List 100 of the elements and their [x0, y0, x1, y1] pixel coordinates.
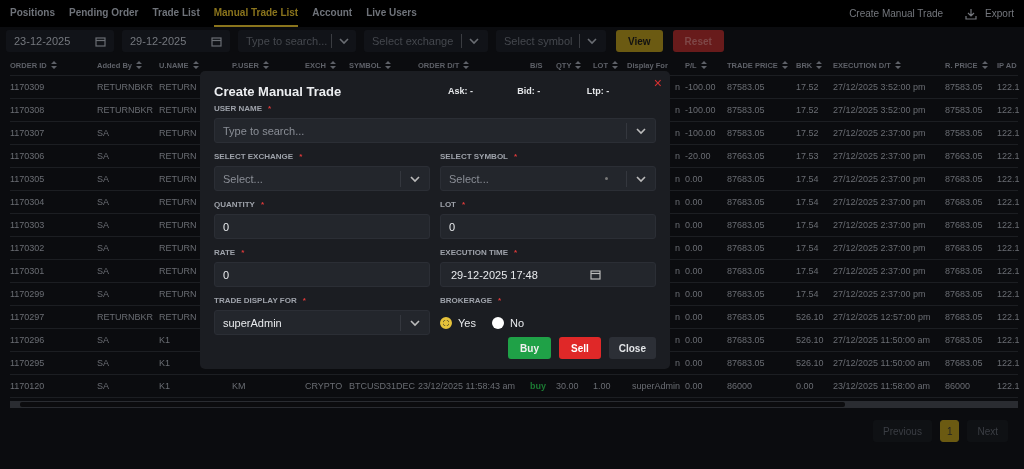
table-cell: SA — [97, 220, 109, 230]
sort-icon — [980, 60, 989, 70]
table-cell: RETURN — [159, 128, 197, 138]
table-cell: 0.00 — [685, 220, 703, 230]
table-cell: 87683.05 — [945, 335, 983, 345]
table-cell: 122.1 — [997, 289, 1020, 299]
table-cell: SA — [97, 151, 109, 161]
table-cell: BTCUSD31DEC — [349, 381, 415, 391]
table-cell: 1170301 — [10, 266, 45, 276]
table-cell: 122.1 — [997, 266, 1020, 276]
select-field[interactable]: Select... — [214, 166, 430, 191]
nav-tab[interactable]: Trade List — [152, 0, 200, 27]
table-cell: K1 — [159, 381, 170, 391]
horizontal-scrollbar[interactable] — [10, 401, 1018, 408]
chevron-down-icon — [409, 173, 421, 184]
required-mark: * — [514, 151, 518, 161]
datetime-field[interactable]: 29-12-2025 17:48 — [440, 262, 656, 287]
table-cell: 1.00 — [593, 381, 611, 391]
table-cell: 122.1 — [997, 358, 1020, 368]
table-cell: 27/12/2025 2:37:00 pm — [833, 197, 926, 207]
table-cell: RETURNBKR — [97, 82, 153, 92]
table-cell: RETURN — [159, 82, 197, 92]
table-cell: 1170306 — [10, 151, 45, 161]
table-cell: 1170299 — [10, 289, 45, 299]
sort-icon — [328, 60, 337, 70]
sell-button[interactable]: Sell — [558, 337, 601, 359]
sort-icon — [893, 60, 902, 70]
chevron-down-icon — [586, 36, 598, 46]
table-cell: 0.00 — [685, 266, 703, 276]
table-cell: CRYPTO — [305, 381, 343, 391]
table-cell: 1170297 — [10, 312, 45, 322]
table-cell: 1170302 — [10, 243, 45, 253]
table-cell: RETURN — [159, 197, 197, 207]
view-button[interactable]: View — [616, 30, 663, 52]
required-mark: * — [514, 247, 518, 257]
field-label: SELECT EXCHANGE — [214, 151, 294, 161]
table-cell: -100.00 — [685, 105, 716, 115]
chevron-down-icon — [409, 317, 421, 328]
input-field[interactable]: 0 — [440, 214, 656, 239]
table-cell: 17.52 — [796, 128, 819, 138]
select-field[interactable]: superAdmin — [214, 310, 430, 335]
page-button[interactable]: 1 — [939, 420, 960, 442]
date-field[interactable]: 23-12-2025 — [6, 30, 114, 52]
input-field[interactable]: 0 — [214, 262, 430, 287]
sort-icon — [815, 60, 824, 70]
table-cell: 1170307 — [10, 128, 45, 138]
table-cell: 27/12/2025 2:37:00 pm — [833, 128, 926, 138]
required-mark: * — [241, 247, 245, 257]
date-field[interactable]: 29-12-2025 — [122, 30, 230, 52]
table-cell-text: n — [675, 266, 681, 276]
table-cell: SA — [97, 289, 109, 299]
nav-tab[interactable]: Account — [312, 0, 353, 27]
table-cell-text: superAdmin — [631, 381, 681, 391]
table-cell-text: n — [675, 82, 681, 92]
create-manual-trade-link[interactable]: Create Manual Trade — [849, 8, 944, 19]
calendar-icon — [211, 35, 222, 47]
table-cell-text: n — [675, 128, 681, 138]
table-cell: 17.54 — [796, 289, 819, 299]
sort-icon — [384, 60, 393, 70]
input-field[interactable]: 0 — [214, 214, 430, 239]
table-cell: SA — [97, 335, 109, 345]
table-cell: 122.1 — [997, 381, 1020, 391]
table-cell: 87663.05 — [727, 151, 765, 161]
radio-option[interactable]: No — [491, 316, 524, 329]
table-cell: 1170308 — [10, 105, 45, 115]
table-cell: 0.00 — [685, 358, 703, 368]
field-label: SELECT SYMBOL — [440, 151, 508, 161]
table-cell: 87683.05 — [945, 289, 983, 299]
nav-tab[interactable]: Live Users — [366, 0, 417, 27]
nav-tab[interactable]: Manual Trade List — [213, 0, 299, 27]
table-cell: 87583.05 — [727, 128, 765, 138]
select-field[interactable]: Select... — [440, 166, 656, 191]
sort-icon — [261, 60, 270, 70]
select-field[interactable]: Type to search... — [214, 118, 656, 143]
table-cell: K1 — [159, 358, 170, 368]
nav-tab[interactable]: Pending Order — [69, 0, 139, 27]
table-cell: 1170296 — [10, 335, 45, 345]
field-label: TRADE DISPLAY FOR — [214, 295, 297, 305]
buy-button[interactable]: Buy — [508, 337, 551, 359]
radio-option[interactable]: Yes — [440, 316, 476, 329]
table-cell: 87683.05 — [945, 220, 983, 230]
table-cell: 1170303 — [10, 220, 45, 230]
table-cell: K1 — [159, 335, 170, 345]
table-cell: 122.1 — [997, 243, 1020, 253]
table-cell: 17.53 — [796, 151, 819, 161]
table-cell-text: n — [675, 243, 681, 253]
table-cell: 87683.05 — [945, 243, 983, 253]
table-cell: 87683.05 — [727, 220, 765, 230]
table-cell: 87663.05 — [945, 151, 983, 161]
export-button[interactable]: Export — [965, 7, 1014, 20]
table-cell: RETURN — [159, 174, 197, 184]
sort-icon — [135, 60, 143, 70]
table-cell-text: n — [675, 105, 681, 115]
table-cell: 87683.05 — [945, 358, 983, 368]
table-cell: 526.10 — [796, 312, 824, 322]
close-button[interactable]: Close — [608, 337, 656, 359]
table-cell: 27/12/2025 2:37:00 pm — [833, 151, 926, 161]
nav-tab[interactable]: Positions — [10, 0, 55, 27]
table-cell: 0.00 — [685, 335, 703, 345]
field-label: USER NAME — [214, 103, 262, 113]
